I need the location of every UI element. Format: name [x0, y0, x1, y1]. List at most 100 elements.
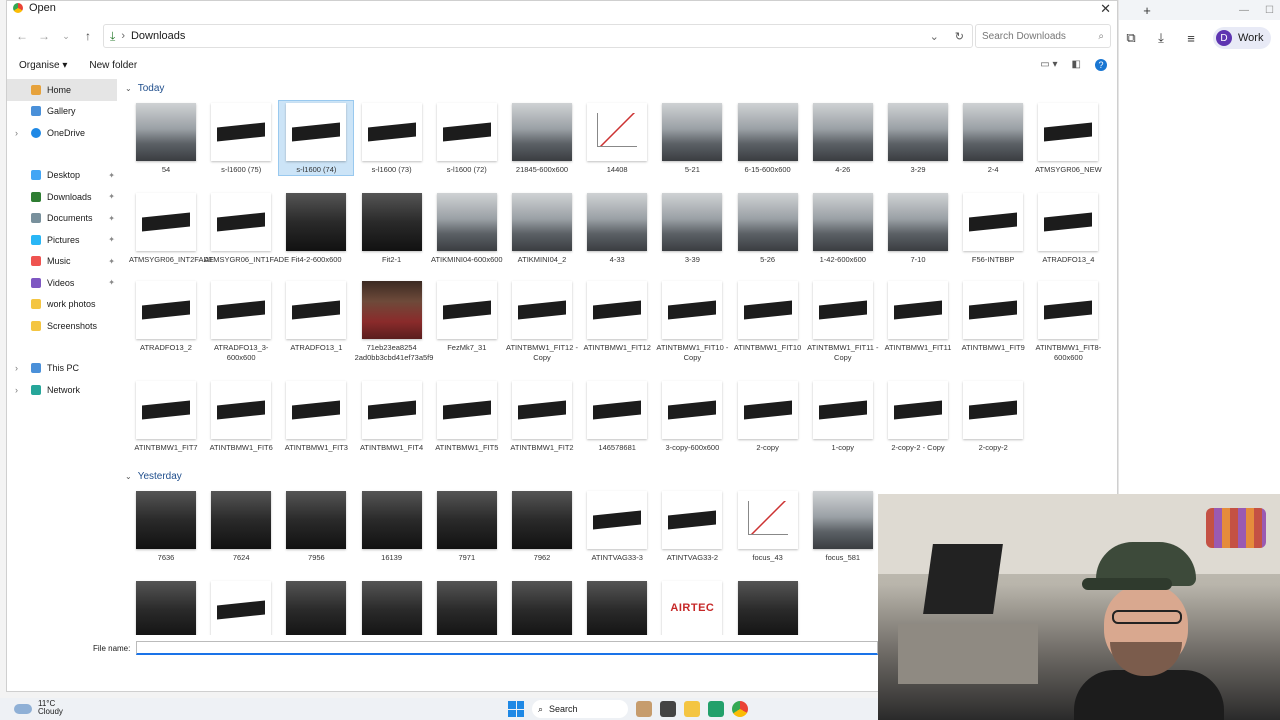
file-item[interactable]: 7956: [279, 489, 353, 563]
file-item[interactable]: ATMSYGR06_INT2FADE: [129, 191, 214, 265]
back-button[interactable]: ←: [11, 29, 33, 43]
file-item[interactable]: 14408: [580, 101, 654, 175]
reading-list-icon[interactable]: ≡: [1183, 30, 1199, 46]
file-item[interactable]: focus_581: [806, 489, 880, 563]
sidebar-item-documents[interactable]: Documents ✦: [7, 208, 117, 230]
sidebar-item-work-photos[interactable]: work photos: [7, 294, 117, 316]
file-item[interactable]: 146578681: [580, 379, 654, 453]
file-item[interactable]: 7-10: [881, 191, 955, 265]
file-item[interactable]: 54: [129, 101, 203, 175]
file-item[interactable]: 2-copy: [731, 379, 805, 453]
file-item[interactable]: ATRADFO13_4: [1031, 191, 1105, 265]
expand-icon[interactable]: ›: [15, 363, 18, 373]
file-item[interactable]: [505, 579, 579, 635]
sidebar-item-gallery[interactable]: Gallery: [7, 101, 117, 123]
file-item[interactable]: ATINTBMW1_FIT2: [505, 379, 579, 453]
file-item[interactable]: ATINTBMW1_FIT10: [731, 279, 805, 353]
address-bar[interactable]: ⤓ › Downloads ⌄ ↻: [103, 24, 973, 48]
file-explorer-icon[interactable]: [684, 701, 700, 717]
file-item[interactable]: 6-15-600x600: [731, 101, 805, 175]
file-item[interactable]: 3-39: [655, 191, 729, 265]
file-item[interactable]: ATMSYGR06_INT1FADE: [204, 191, 289, 265]
preview-pane-icon[interactable]: ◧: [1072, 59, 1081, 71]
breadcrumb[interactable]: Downloads: [131, 30, 185, 42]
file-item[interactable]: 21845-600x600: [505, 101, 579, 175]
file-item[interactable]: ATINTBMW1_FIT7: [129, 379, 203, 453]
file-item[interactable]: ATINTBMW1_FIT12: [580, 279, 654, 353]
file-item[interactable]: [129, 579, 203, 635]
file-item[interactable]: ATRADFO13_1: [279, 279, 353, 353]
sidebar-item-network[interactable]: › Network: [7, 379, 117, 401]
file-item[interactable]: ATINTBMW1_FIT11: [881, 279, 955, 353]
group-header-yesterday[interactable]: ⌄ Yesterday: [125, 471, 182, 482]
extensions-icon[interactable]: ⧉: [1123, 30, 1139, 46]
help-icon[interactable]: ?: [1095, 59, 1107, 71]
file-item[interactable]: ATINTBMW1_FIT6: [204, 379, 278, 453]
chrome-icon[interactable]: [732, 701, 748, 717]
file-item[interactable]: 2-4: [956, 101, 1030, 175]
file-item[interactable]: [355, 579, 429, 635]
file-item[interactable]: 71eb23ea8254 2ad0bb3cbd41ef73a5f9: [355, 279, 433, 363]
search-input[interactable]: Search Downloads ⌕: [975, 24, 1111, 48]
close-icon[interactable]: ✕: [1100, 1, 1111, 17]
file-item[interactable]: s-l1600 (72): [430, 101, 504, 175]
file-item[interactable]: ATINTVAG33-2: [655, 489, 729, 563]
file-item[interactable]: 2-copy-2: [956, 379, 1030, 453]
file-item[interactable]: ATINTBMW1_FIT4: [355, 379, 429, 453]
file-item[interactable]: ATINTBMW1_FIT5: [430, 379, 504, 453]
file-item[interactable]: 7971: [430, 489, 504, 563]
file-item[interactable]: ATINTBMW1_FIT8-600x600: [1031, 279, 1105, 363]
forward-button[interactable]: →: [33, 29, 55, 43]
sidebar-item-screenshots[interactable]: Screenshots: [7, 315, 117, 337]
file-item[interactable]: [430, 579, 504, 635]
file-item[interactable]: ATMSYGR06_NEW: [1031, 101, 1105, 175]
sidebar-item-home[interactable]: Home: [7, 79, 117, 101]
maximize-icon[interactable]: ☐: [1265, 5, 1274, 16]
task-view-icon[interactable]: [660, 701, 676, 717]
file-item[interactable]: 7636: [129, 489, 203, 563]
file-item[interactable]: s-l1600 (74): [278, 100, 355, 176]
file-item[interactable]: ATINTBMW1_FIT10 - Copy: [655, 279, 729, 363]
file-item[interactable]: 5-21: [655, 101, 729, 175]
file-item[interactable]: s-l1600 (75): [204, 101, 278, 175]
file-item[interactable]: F56-INTBBP: [956, 191, 1030, 265]
store-icon[interactable]: [708, 701, 724, 717]
download-icon[interactable]: ⤓: [1153, 30, 1169, 46]
recent-dropdown-icon[interactable]: ⌄: [55, 31, 77, 42]
file-item[interactable]: 1-copy: [806, 379, 880, 453]
file-item[interactable]: 7624: [204, 489, 278, 563]
organise-button[interactable]: Organise ▾: [19, 60, 67, 71]
file-item[interactable]: [204, 579, 278, 635]
file-item[interactable]: ATINTVAG33-3: [580, 489, 654, 563]
sidebar-item-this-pc[interactable]: › This PC: [7, 358, 117, 380]
file-item[interactable]: ATIKMINI04-600x600: [430, 191, 504, 265]
file-item[interactable]: 3-copy-600x600: [655, 379, 729, 453]
sidebar-item-onedrive[interactable]: › OneDrive: [7, 122, 117, 144]
up-button[interactable]: ↑: [77, 29, 99, 43]
file-item[interactable]: ATINTBMW1_FIT3: [279, 379, 353, 453]
sidebar-item-videos[interactable]: Videos ✦: [7, 272, 117, 294]
file-item[interactable]: [731, 579, 805, 635]
file-item[interactable]: 2-copy-2 - Copy: [881, 379, 955, 453]
file-item[interactable]: 4-33: [580, 191, 654, 265]
start-icon[interactable]: [508, 701, 524, 717]
chevron-down-icon[interactable]: ⌄: [930, 30, 939, 43]
taskbar-search[interactable]: ⌕ Search: [532, 700, 628, 718]
file-item[interactable]: ATINTBMW1_FIT12 - Copy: [505, 279, 579, 363]
file-item[interactable]: Fit4-2-600x600: [279, 191, 353, 265]
weather-widget[interactable]: 11°C Cloudy: [14, 700, 63, 716]
file-item[interactable]: 4-26: [806, 101, 880, 175]
file-name-field[interactable]: [136, 641, 879, 655]
file-item[interactable]: ATINTBMW1_FIT11 - Copy: [806, 279, 880, 363]
group-header-today[interactable]: ⌄ Today: [125, 83, 164, 94]
file-item[interactable]: ATIKMINI04_2: [505, 191, 579, 265]
file-item[interactable]: Fit2-1: [355, 191, 429, 265]
profile-button[interactable]: D Work: [1213, 27, 1272, 49]
view-options-icon[interactable]: ▭ ▾: [1040, 59, 1057, 71]
minimize-icon[interactable]: —: [1239, 5, 1249, 16]
sidebar-item-desktop[interactable]: Desktop ✦: [7, 165, 117, 187]
file-item[interactable]: 16139: [355, 489, 429, 563]
sidebar-item-pictures[interactable]: Pictures ✦: [7, 229, 117, 251]
file-item[interactable]: [655, 579, 729, 635]
expand-icon[interactable]: ›: [15, 128, 18, 138]
